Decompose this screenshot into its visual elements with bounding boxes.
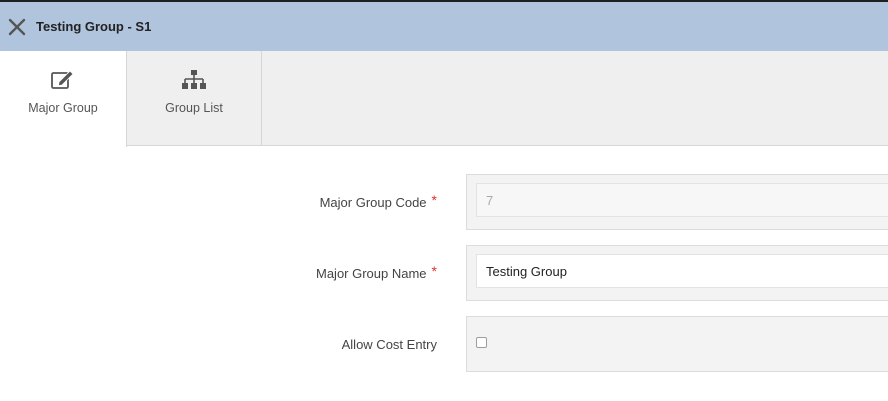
- tab-major-group[interactable]: Major Group: [0, 51, 127, 147]
- close-button[interactable]: [6, 16, 28, 38]
- major-group-name-input[interactable]: [476, 254, 888, 288]
- tab-major-group-label: Major Group: [28, 101, 98, 115]
- form-row-name: Major Group Name *: [0, 245, 888, 301]
- major-group-code-label: Major Group Code *: [319, 192, 437, 210]
- close-icon: [8, 18, 26, 35]
- allow-cost-entry-checkbox[interactable]: [476, 337, 487, 348]
- tab-bar: Major Group Group List: [0, 51, 888, 147]
- hierarchy-icon: [181, 68, 207, 92]
- required-mark: *: [431, 263, 437, 279]
- major-group-code-input[interactable]: [476, 183, 888, 217]
- form-row-cost: Allow Cost Entry: [0, 316, 888, 372]
- window-titlebar: Testing Group - S1: [0, 0, 888, 51]
- edit-icon: [50, 68, 76, 92]
- major-group-code-field-box: [466, 174, 888, 230]
- allow-cost-entry-label: Allow Cost Entry: [341, 336, 437, 352]
- major-group-name-field-box: [466, 245, 888, 301]
- allow-cost-entry-field-box: [466, 316, 888, 372]
- form-row-code: Major Group Code *: [0, 174, 888, 230]
- tab-group-list[interactable]: Group List: [127, 51, 262, 146]
- major-group-name-label: Major Group Name *: [316, 263, 437, 281]
- required-mark: *: [431, 192, 437, 208]
- tab-group-list-label: Group List: [165, 101, 223, 115]
- window-title: Testing Group - S1: [36, 19, 152, 34]
